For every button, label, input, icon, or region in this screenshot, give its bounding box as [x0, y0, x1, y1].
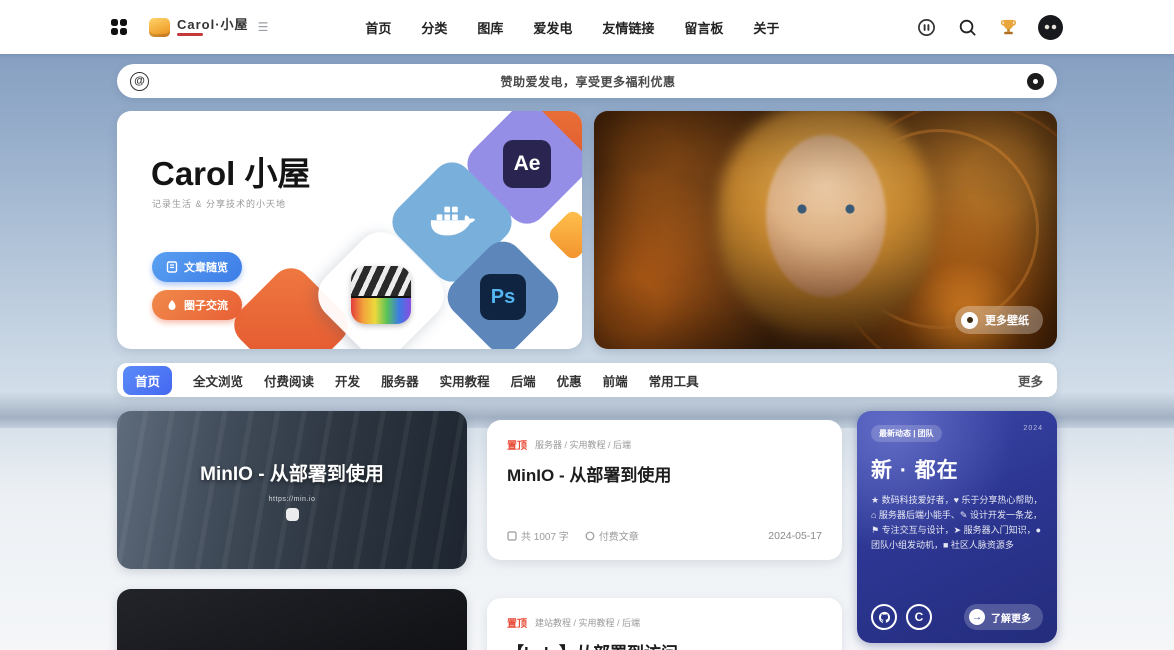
- announcement-icon: @: [130, 72, 149, 91]
- logo-text: Carol·小屋: [177, 18, 249, 31]
- promo-description: ★ 数码科技爱好者，♥ 乐于分享热心帮助，⌂ 服务器后端小能手、✎ 设计开发一条…: [871, 493, 1043, 552]
- article-row-halo: 【halo】从部署到访问 置顶 建站教程 / 实用教程 / 后端 【halo】从…: [117, 589, 842, 650]
- logo-lines-icon: ☰: [258, 20, 268, 34]
- site-logo[interactable]: Carol·小屋 ☰: [149, 18, 267, 37]
- browse-articles-button[interactable]: 文章随览: [152, 252, 242, 282]
- nav-item-about[interactable]: 关于: [753, 18, 779, 37]
- hero-section: Carol 小屋 记录生活 & 分享技术的小天地 文章随览 圈子交流 Ae: [117, 111, 1057, 349]
- cover-subtitle: https://min.io: [269, 496, 316, 503]
- tag-icon: [585, 531, 595, 541]
- cover-title: MinIO - 从部署到使用: [200, 459, 384, 486]
- words-icon: [507, 531, 517, 541]
- navbar-inner: Carol·小屋 ☰ 首页 分类 图库 爱发电 友情链接 留言板 关于: [111, 15, 1063, 40]
- c-link-icon[interactable]: C: [906, 604, 932, 630]
- article-meta-bottom: 共 1007 字 付费文章 2024-05-17: [507, 528, 822, 543]
- main-area: MinIO - 从部署到使用 https://min.io 置顶 服务器 / 实…: [117, 411, 1057, 650]
- tab-fulltext[interactable]: 全文浏览: [193, 371, 243, 390]
- article-card-halo[interactable]: 置顶 建站教程 / 实用教程 / 后端 【halo】从部署到访问: [487, 598, 842, 650]
- article-row-minio: MinIO - 从部署到使用 https://min.io 置顶 服务器 / 实…: [117, 411, 842, 569]
- learn-more-label: 了解更多: [991, 610, 1031, 625]
- more-wallpapers-button[interactable]: 更多壁纸: [955, 306, 1043, 334]
- nav-item-categories[interactable]: 分类: [421, 18, 447, 37]
- top-navbar: Carol·小屋 ☰ 首页 分类 图库 爱发电 友情链接 留言板 关于: [0, 0, 1174, 54]
- pinned-badge: 置顶: [507, 615, 527, 630]
- community-label: 圈子交流: [184, 297, 228, 313]
- c-label: C: [915, 610, 924, 624]
- content-container: @ 赞助爱发电，享受更多福利优惠 Carol 小屋 记录生活 & 分享技术的小天…: [117, 64, 1057, 650]
- logo-box-icon: [149, 18, 170, 37]
- final-cut-rainbow: [351, 298, 411, 324]
- blog-homepage: Carol·小屋 ☰ 首页 分类 图库 爱发电 友情链接 留言板 关于: [0, 0, 1174, 650]
- promo-corner-text: 2024: [1023, 425, 1043, 432]
- tab-more[interactable]: 更多: [1018, 371, 1051, 390]
- github-icon[interactable]: [871, 604, 897, 630]
- article-feed: MinIO - 从部署到使用 https://min.io 置顶 服务器 / 实…: [117, 411, 842, 650]
- article-type: 付费文章: [585, 528, 639, 543]
- nav-item-gallery[interactable]: 图库: [477, 18, 503, 37]
- word-count: 共 1007 字: [507, 528, 569, 543]
- tab-deals[interactable]: 优惠: [557, 371, 582, 390]
- pinned-badge: 置顶: [507, 437, 527, 452]
- promo-actions: C → 了解更多: [871, 604, 1043, 630]
- cover-logo: [286, 508, 299, 521]
- article-meta-top: 置顶 服务器 / 实用教程 / 后端: [507, 437, 822, 452]
- learn-more-button[interactable]: → 了解更多: [964, 604, 1043, 630]
- article-tags: 建站教程 / 实用教程 / 后端: [535, 616, 640, 629]
- browse-articles-label: 文章随览: [184, 259, 228, 275]
- main-nav: 首页 分类 图库 爱发电 友情链接 留言板 关于: [365, 18, 779, 37]
- category-tabbar: 首页 全文浏览 付费阅读 开发 服务器 实用教程 后端 优惠 前端 常用工具 更…: [117, 363, 1057, 397]
- article-date: 2024-05-17: [768, 530, 822, 542]
- logo-text-wrap: Carol·小屋: [177, 18, 249, 36]
- article-cover-halo[interactable]: 【halo】从部署到访问: [117, 589, 467, 650]
- ae-label: Ae: [503, 140, 551, 188]
- nav-item-afdian[interactable]: 爱发电: [533, 18, 572, 37]
- tab-development[interactable]: 开发: [335, 371, 360, 390]
- article-cover-minio[interactable]: MinIO - 从部署到使用 https://min.io: [117, 411, 467, 569]
- promo-title: 新 · 都在: [871, 454, 1043, 484]
- article-meta-top: 置顶 建站教程 / 实用教程 / 后端: [507, 615, 822, 630]
- docker-whale-glyph: [429, 204, 475, 240]
- promo-header: 最新动态 | 团队 2024: [871, 425, 1043, 442]
- trophy-icon[interactable]: [997, 16, 1019, 38]
- final-cut-clapper: [351, 266, 411, 298]
- nav-item-messageboard[interactable]: 留言板: [684, 18, 723, 37]
- tab-backend[interactable]: 后端: [511, 371, 536, 390]
- hero-profile-card: Carol 小屋 记录生活 & 分享技术的小天地 文章随览 圈子交流 Ae: [117, 111, 582, 349]
- site-subtitle: 记录生活 & 分享技术的小天地: [152, 197, 286, 210]
- deco-yellow-diamond: [546, 208, 582, 262]
- site-title: Carol 小屋: [151, 147, 311, 195]
- music-icon[interactable]: [915, 16, 937, 38]
- tab-tutorials[interactable]: 实用教程: [440, 371, 490, 390]
- logo-red-bar: [177, 33, 203, 36]
- hero-gallery-image[interactable]: 更多壁纸: [594, 111, 1057, 349]
- notice-more-icon[interactable]: [1027, 73, 1044, 90]
- wallpaper-button-icon: [961, 312, 978, 329]
- search-icon[interactable]: [956, 16, 978, 38]
- sidebar: 最新动态 | 团队 2024 新 · 都在 ★ 数码科技爱好者，♥ 乐于分享热心…: [857, 411, 1057, 650]
- promo-badge: 最新动态 | 团队: [871, 425, 942, 442]
- header-icon-group: [915, 15, 1063, 40]
- tab-frontend[interactable]: 前端: [603, 371, 628, 390]
- promo-card: 最新动态 | 团队 2024 新 · 都在 ★ 数码科技爱好者，♥ 乐于分享热心…: [857, 411, 1057, 643]
- tab-tools[interactable]: 常用工具: [649, 371, 699, 390]
- apps-grid-icon[interactable]: [111, 19, 127, 35]
- article-tags: 服务器 / 实用教程 / 后端: [535, 438, 631, 451]
- tab-server[interactable]: 服务器: [381, 371, 419, 390]
- nav-item-home[interactable]: 首页: [365, 18, 391, 37]
- final-cut-icon: [351, 266, 411, 324]
- notice-banner[interactable]: @ 赞助爱发电，享受更多福利优惠: [117, 64, 1057, 98]
- nav-item-links[interactable]: 友情链接: [602, 18, 654, 37]
- tab-home[interactable]: 首页: [123, 366, 172, 395]
- community-button[interactable]: 圈子交流: [152, 290, 242, 320]
- article-card-minio[interactable]: 置顶 服务器 / 实用教程 / 后端 MinIO - 从部署到使用 共 1007…: [487, 420, 842, 560]
- article-title[interactable]: MinIO - 从部署到使用: [507, 461, 822, 486]
- arrow-right-icon: →: [969, 609, 985, 625]
- more-wallpapers-label: 更多壁纸: [985, 312, 1029, 328]
- article-title[interactable]: 【halo】从部署到访问: [507, 639, 822, 650]
- notice-text: 赞助爱发电，享受更多福利优惠: [149, 73, 1027, 90]
- tab-paid-reading[interactable]: 付费阅读: [264, 371, 314, 390]
- ps-label: Ps: [480, 274, 526, 320]
- avatar[interactable]: [1038, 15, 1063, 40]
